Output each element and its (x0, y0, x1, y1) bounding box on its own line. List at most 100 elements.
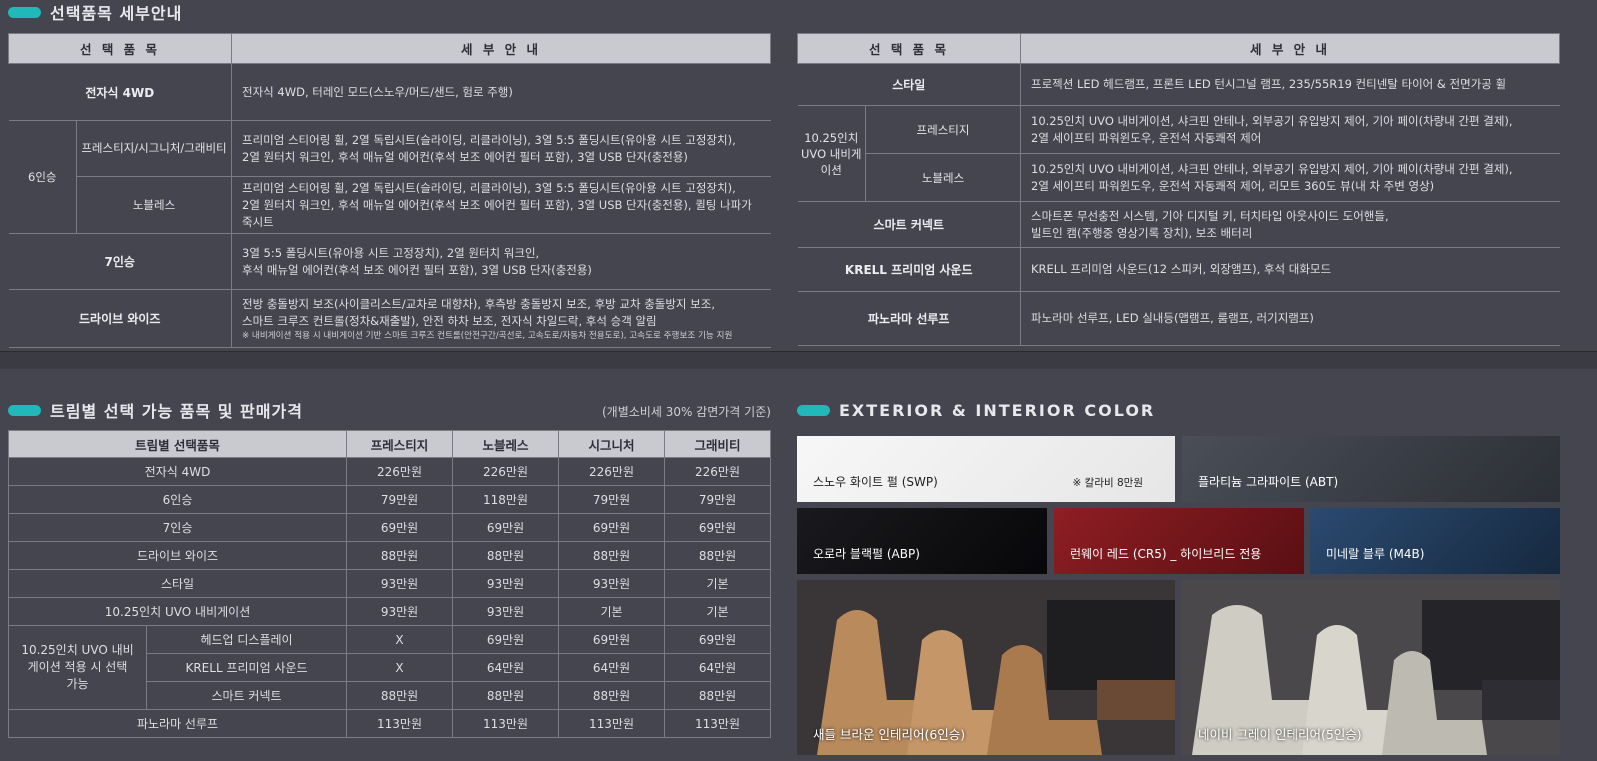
row-label: 스타일 (7, 569, 348, 598)
accent-pill-icon (797, 404, 830, 416)
row-label: 파노라마 선루프 (797, 291, 1021, 346)
price-cell: 226만원 (664, 457, 772, 486)
row-label: KRELL 프리미엄 사운드 (797, 247, 1021, 292)
price-cell: 88만원 (452, 681, 560, 710)
row-label: 전자식 4WD (8, 63, 232, 121)
table-row: 스타일 93만원 93만원 93만원 기본 (7, 569, 772, 598)
price-cell: 88만원 (452, 541, 560, 570)
price-cell: 64만원 (664, 653, 772, 682)
table-row: 전자식 4WD 전자식 4WD, 터레인 모드(스노우/머드/샌드, 험로 주행… (8, 63, 771, 121)
price-cell: 226만원 (452, 457, 560, 486)
price-note: (개별소비세 30% 감면가격 기준) (602, 405, 771, 419)
color-swatch-mineral-blue[interactable]: 미네랄 블루 (M4B) (1310, 508, 1560, 574)
row-label: 노블레스 (76, 176, 232, 234)
price-cell: 113만원 (346, 709, 454, 738)
price-cell: 69만원 (346, 513, 454, 542)
table-row: 7인승 69만원 69만원 69만원 69만원 (7, 513, 772, 542)
col-header: 세 부 안 내 (1020, 33, 1560, 64)
table-row: 드라이브 와이즈 88만원 88만원 88만원 88만원 (7, 541, 772, 570)
table-row: 10.25인치 UVO 내비게이션 93만원 93만원 기본 기본 (7, 597, 772, 626)
row-desc: 전방 충돌방지 보조(사이클리스트/교차로 대향차), 후측방 충돌방지 보조,… (231, 289, 771, 348)
price-cell: 64만원 (452, 653, 560, 682)
detail-table-left: 선 택 품 목 세 부 안 내 전자식 4WD 전자식 4WD, 터레인 모드(… (8, 33, 771, 348)
col-header: 트림별 선택품목 (7, 430, 348, 458)
interior-photo-navy-gray[interactable]: 네이비 그레이 인테리어(5인승) (1182, 580, 1560, 755)
price-cell: 69만원 (664, 513, 772, 542)
price-cell: 93만원 (346, 569, 454, 598)
row-desc: 10.25인치 UVO 내비게이션, 샤크핀 안테나, 외부공기 유입방지 제어… (1020, 153, 1560, 202)
row-desc: 스마트폰 무선충전 시스템, 기아 디지털 키, 터치타입 아웃사이드 도어핸들… (1020, 201, 1560, 248)
row-label: 7인승 (8, 233, 232, 290)
row-label: 드라이브 와이즈 (8, 289, 232, 348)
price-cell: 79만원 (558, 485, 666, 514)
section-divider (0, 351, 1597, 369)
price-cell: 93만원 (346, 597, 454, 626)
price-cell: 226만원 (346, 457, 454, 486)
color-name: 플라티늄 그라파이트 (ABT) (1198, 475, 1339, 489)
price-cell: X (346, 653, 454, 682)
table-row: 노블레스 프리미엄 스티어링 휠, 2열 독립시트(슬라이딩, 리클라이닝), … (9, 176, 771, 234)
price-cell: 기본 (558, 597, 666, 626)
col-header: 선 택 품 목 (8, 33, 232, 64)
table-row: 6인승 79만원 118만원 79만원 79만원 (7, 485, 772, 514)
price-cell: 79만원 (664, 485, 772, 514)
table-row: 7인승 3열 5:5 폴딩시트(유아용 시트 고정장치), 2열 원터치 워크인… (8, 233, 771, 290)
row-label: 스타일 (797, 63, 1021, 106)
price-cell: 기본 (664, 569, 772, 598)
row-desc: 전자식 4WD, 터레인 모드(스노우/머드/샌드, 험로 주행) (231, 63, 771, 121)
price-cell: 64만원 (558, 653, 666, 682)
table-header-row: 선 택 품 목 세 부 안 내 (797, 33, 1560, 64)
price-cell: 88만원 (558, 541, 666, 570)
col-header: 노블레스 (452, 430, 560, 458)
color-swatch-snow-white[interactable]: 스노우 화이트 펄 (SWP) ※ 칼라비 8만원 (797, 436, 1175, 502)
price-cell: 88만원 (346, 541, 454, 570)
color-note: ※ 칼라비 8만원 (1072, 477, 1143, 489)
color-name: 오로라 블랙펄 (ABP) (813, 547, 920, 561)
row-label: 스마트 커넥트 (797, 201, 1021, 248)
row-desc: 파노라마 선루프, LED 실내등(맵램프, 룸램프, 러기지램프) (1020, 291, 1560, 346)
row-label: 전자식 4WD (7, 457, 348, 486)
price-cell: 88만원 (558, 681, 666, 710)
row-desc: 프리미엄 스티어링 휠, 2열 독립시트(슬라이딩, 리클라이닝), 3열 5:… (231, 120, 771, 177)
table-row: 파노라마 선루프 113만원 113만원 113만원 113만원 (7, 709, 772, 738)
row-desc: 프로젝션 LED 헤드램프, 프론트 LED 턴시그널 램프, 235/55R1… (1020, 63, 1560, 106)
section-header-details: 선택품목 세부안내 (8, 0, 182, 24)
interior-photo-saddle-brown[interactable]: 새들 브라운 인테리어(6인승) (797, 580, 1175, 755)
color-name: 런웨이 레드 (CR5) _ 하이브리드 전용 (1070, 547, 1262, 561)
row-label: 10.25인치 UVO 내비게이션 (7, 597, 348, 626)
color-swatch-aurora-black[interactable]: 오로라 블랙펄 (ABP) (797, 508, 1047, 574)
price-cell: 69만원 (558, 625, 666, 654)
row-group: 10.25인치 UVO 내비게이션 (797, 105, 866, 202)
row-label: 6인승 (7, 485, 348, 514)
row-group: 6인승 (8, 120, 77, 234)
section-title: 선택품목 세부안내 (50, 4, 183, 23)
accent-pill-icon (8, 404, 41, 416)
row-desc: KRELL 프리미엄 사운드(12 스피커, 외장앰프), 후석 대화모드 (1020, 247, 1560, 292)
price-cell: 69만원 (558, 513, 666, 542)
price-cell: 69만원 (452, 625, 560, 654)
table-row: 10.25인치 UVO 내비게이션 적용 시 선택 가능 헤드업 디스플레이 X… (8, 625, 772, 710)
row-label: 드라이브 와이즈 (7, 541, 348, 570)
table-row: 10.25인치 UVO 내비게이션 프레스티지 10.25인치 UVO 내비게이… (797, 105, 1560, 202)
color-swatch-platinum-graphite[interactable]: 플라티늄 그라파이트 (ABT) (1182, 436, 1560, 502)
price-cell: 기본 (664, 597, 772, 626)
interior-name: 네이비 그레이 인테리어(5인승) (1198, 727, 1362, 742)
section-header-prices: 트림별 선택 가능 품목 및 판매가격 (8, 398, 303, 422)
row-desc: 프리미엄 스티어링 휠, 2열 독립시트(슬라이딩, 리클라이닝), 3열 5:… (231, 176, 771, 234)
row-label: 노블레스 (865, 153, 1021, 202)
price-cell: 88만원 (664, 541, 772, 570)
color-name: 미네랄 블루 (M4B) (1326, 547, 1425, 561)
section-header-colors: EXTERIOR & INTERIOR COLOR (797, 398, 1155, 422)
detail-table-right: 선 택 품 목 세 부 안 내 스타일 프로젝션 LED 헤드램프, 프론트 L… (797, 33, 1560, 346)
col-header: 시그니처 (558, 430, 666, 458)
color-name: 스노우 화이트 펄 (SWP) (813, 475, 938, 489)
price-cell: 93만원 (452, 597, 560, 626)
color-swatch-runway-red[interactable]: 런웨이 레드 (CR5) _ 하이브리드 전용 (1054, 508, 1304, 574)
price-cell: 118만원 (452, 485, 560, 514)
price-cell: 113만원 (558, 709, 666, 738)
col-header: 프레스티지 (346, 430, 454, 458)
col-header: 세 부 안 내 (231, 33, 771, 64)
price-cell: 93만원 (558, 569, 666, 598)
table-row: 스타일 프로젝션 LED 헤드램프, 프론트 LED 턴시그널 램프, 235/… (797, 63, 1560, 106)
row-label: 프레스티지/시그니처/그래비티 (76, 120, 232, 177)
